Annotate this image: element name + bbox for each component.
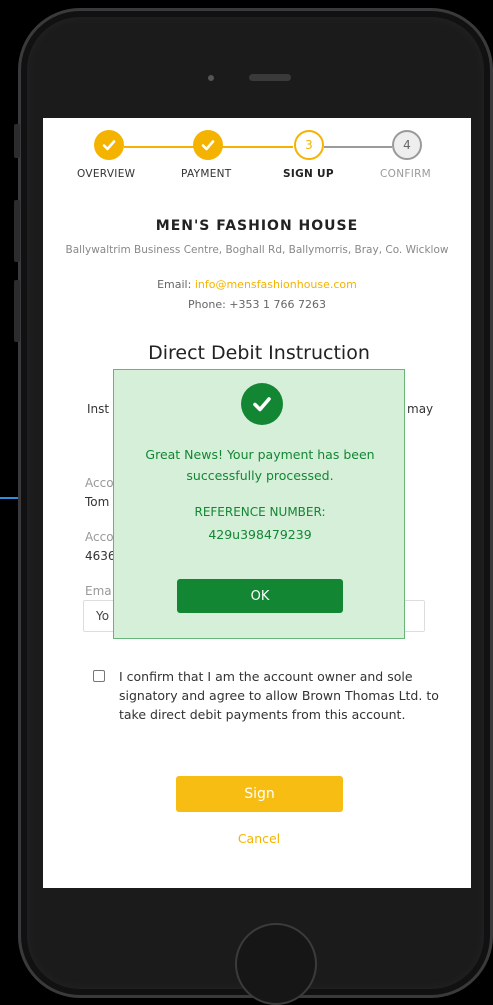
step-label-payment: PAYMENT: [181, 168, 232, 180]
merchant-phone: Phone: +353 1 766 7263: [188, 298, 326, 311]
step-label-signup: SIGN UP: [283, 168, 334, 180]
reference-number: 429u398479239: [208, 527, 312, 542]
success-check-icon: [241, 383, 283, 425]
merchant-email-line: Email: info@mensfashionhouse.com: [43, 278, 471, 291]
step-confirm-circle: 4: [392, 130, 422, 160]
account-name-label: Acco: [85, 476, 114, 490]
page-title: Direct Debit Instruction: [148, 342, 370, 364]
volume-up-button: [14, 200, 20, 262]
step-connector: [324, 146, 392, 148]
account-number-label: Acco: [85, 530, 114, 544]
home-button[interactable]: [235, 923, 317, 1005]
email-field-placeholder: Yo: [96, 609, 110, 623]
merchant-address: Ballywaltrim Business Centre, Boghall Rd…: [65, 244, 449, 256]
mute-switch: [14, 124, 20, 158]
sign-button[interactable]: Sign: [176, 776, 343, 812]
step-signup-circle: 3: [294, 130, 324, 160]
cancel-link[interactable]: Cancel: [43, 831, 471, 846]
merchant-email-link[interactable]: info@mensfashionhouse.com: [195, 278, 357, 291]
account-number-value: 4636: [85, 549, 116, 563]
volume-down-button: [14, 280, 20, 342]
email-label: Email:: [157, 278, 192, 291]
app-screen: 3 4 OVERVIEW PAYMENT SIGN UP CONFIRM MEN…: [43, 118, 471, 888]
merchant-name: MEN'S FASHION HOUSE: [155, 218, 359, 234]
confirmation-text: I confirm that I am the account owner an…: [119, 669, 439, 722]
account-name-value: Tom: [85, 495, 110, 509]
success-message: Great News! Your payment has been succes…: [145, 447, 375, 483]
front-camera: [208, 75, 214, 81]
step-overview-check-icon: [94, 130, 124, 160]
reference-number-label: REFERENCE NUMBER:: [194, 505, 326, 519]
instructions-text-left: Inst: [87, 402, 110, 416]
email-field-label: Ema: [85, 584, 112, 598]
step-label-confirm: CONFIRM: [380, 168, 432, 180]
success-modal: Great News! Your payment has been succes…: [113, 369, 405, 639]
step-label-overview: OVERVIEW: [77, 168, 136, 180]
confirmation-checkbox[interactable]: [93, 670, 105, 682]
step-payment-check-icon: [193, 130, 223, 160]
earpiece-speaker: [249, 74, 291, 81]
ok-button[interactable]: OK: [177, 579, 343, 613]
step-connector: [221, 146, 293, 148]
instructions-text-right: may: [407, 402, 434, 416]
